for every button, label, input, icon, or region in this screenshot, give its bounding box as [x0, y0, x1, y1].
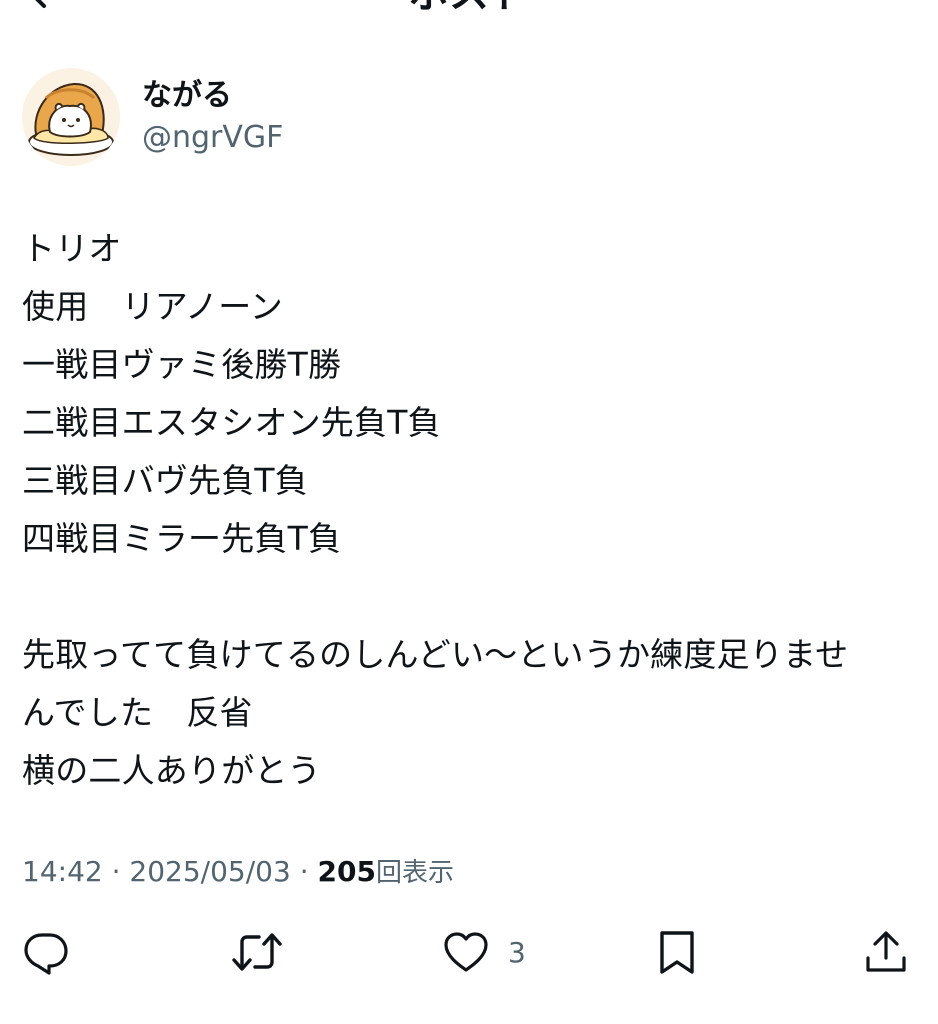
- heart-icon: [444, 932, 488, 972]
- avatar[interactable]: [22, 68, 120, 166]
- tweet-line: [22, 568, 922, 626]
- bookmark-button[interactable]: [655, 922, 699, 982]
- views-count: 205: [317, 855, 376, 888]
- tweet-line: んでした 反省: [22, 693, 253, 732]
- page-title: ポスト: [0, 0, 938, 16]
- post-time[interactable]: 14:42: [22, 855, 103, 888]
- tweet-line: 四戦目ミラー先負T負: [22, 519, 342, 558]
- reply-icon: [24, 933, 68, 975]
- share-button[interactable]: [862, 922, 910, 982]
- post-date[interactable]: 2025/05/03: [129, 855, 290, 888]
- tweet-meta: 14:42 · 2025/05/03 · 205回表示: [22, 852, 454, 893]
- tweet-line: トリオ: [22, 229, 122, 268]
- tweet-line: 使用 リアノーン: [22, 287, 283, 326]
- tweet-line: 一戦目ヴァミ後勝T勝: [22, 345, 342, 384]
- action-bar: 3: [0, 922, 938, 986]
- top-bar: ポスト: [0, 0, 938, 20]
- share-icon: [866, 931, 906, 972]
- tweet-line: 二戦目エスタシオン先負T負: [22, 403, 441, 442]
- user-handle[interactable]: @ngrVGF: [142, 118, 283, 158]
- display-name[interactable]: ながる: [142, 76, 232, 116]
- meta-separator: ·: [299, 855, 309, 888]
- tweet-line: 先取ってて負けてるのしんどい〜というか練度足りませ: [22, 635, 849, 674]
- retweet-icon: [232, 933, 282, 971]
- bookmark-icon: [660, 931, 694, 974]
- reply-button[interactable]: [22, 922, 70, 982]
- tweet-line: 横の二人ありがとう: [22, 751, 321, 790]
- tweet-text: トリオ 使用 リアノーン 一戦目ヴァミ後勝T勝 二戦目エスタシオン先負T負 三戦…: [22, 220, 922, 800]
- like-button[interactable]: 3: [442, 922, 526, 982]
- like-count: 3: [508, 935, 526, 969]
- tweet-line: 三戦目バヴ先負T負: [22, 461, 308, 500]
- meta-separator: ·: [111, 855, 121, 888]
- views-label: 回表示: [375, 858, 454, 888]
- retweet-button[interactable]: [231, 922, 283, 982]
- more-icon[interactable]: [848, 0, 898, 10]
